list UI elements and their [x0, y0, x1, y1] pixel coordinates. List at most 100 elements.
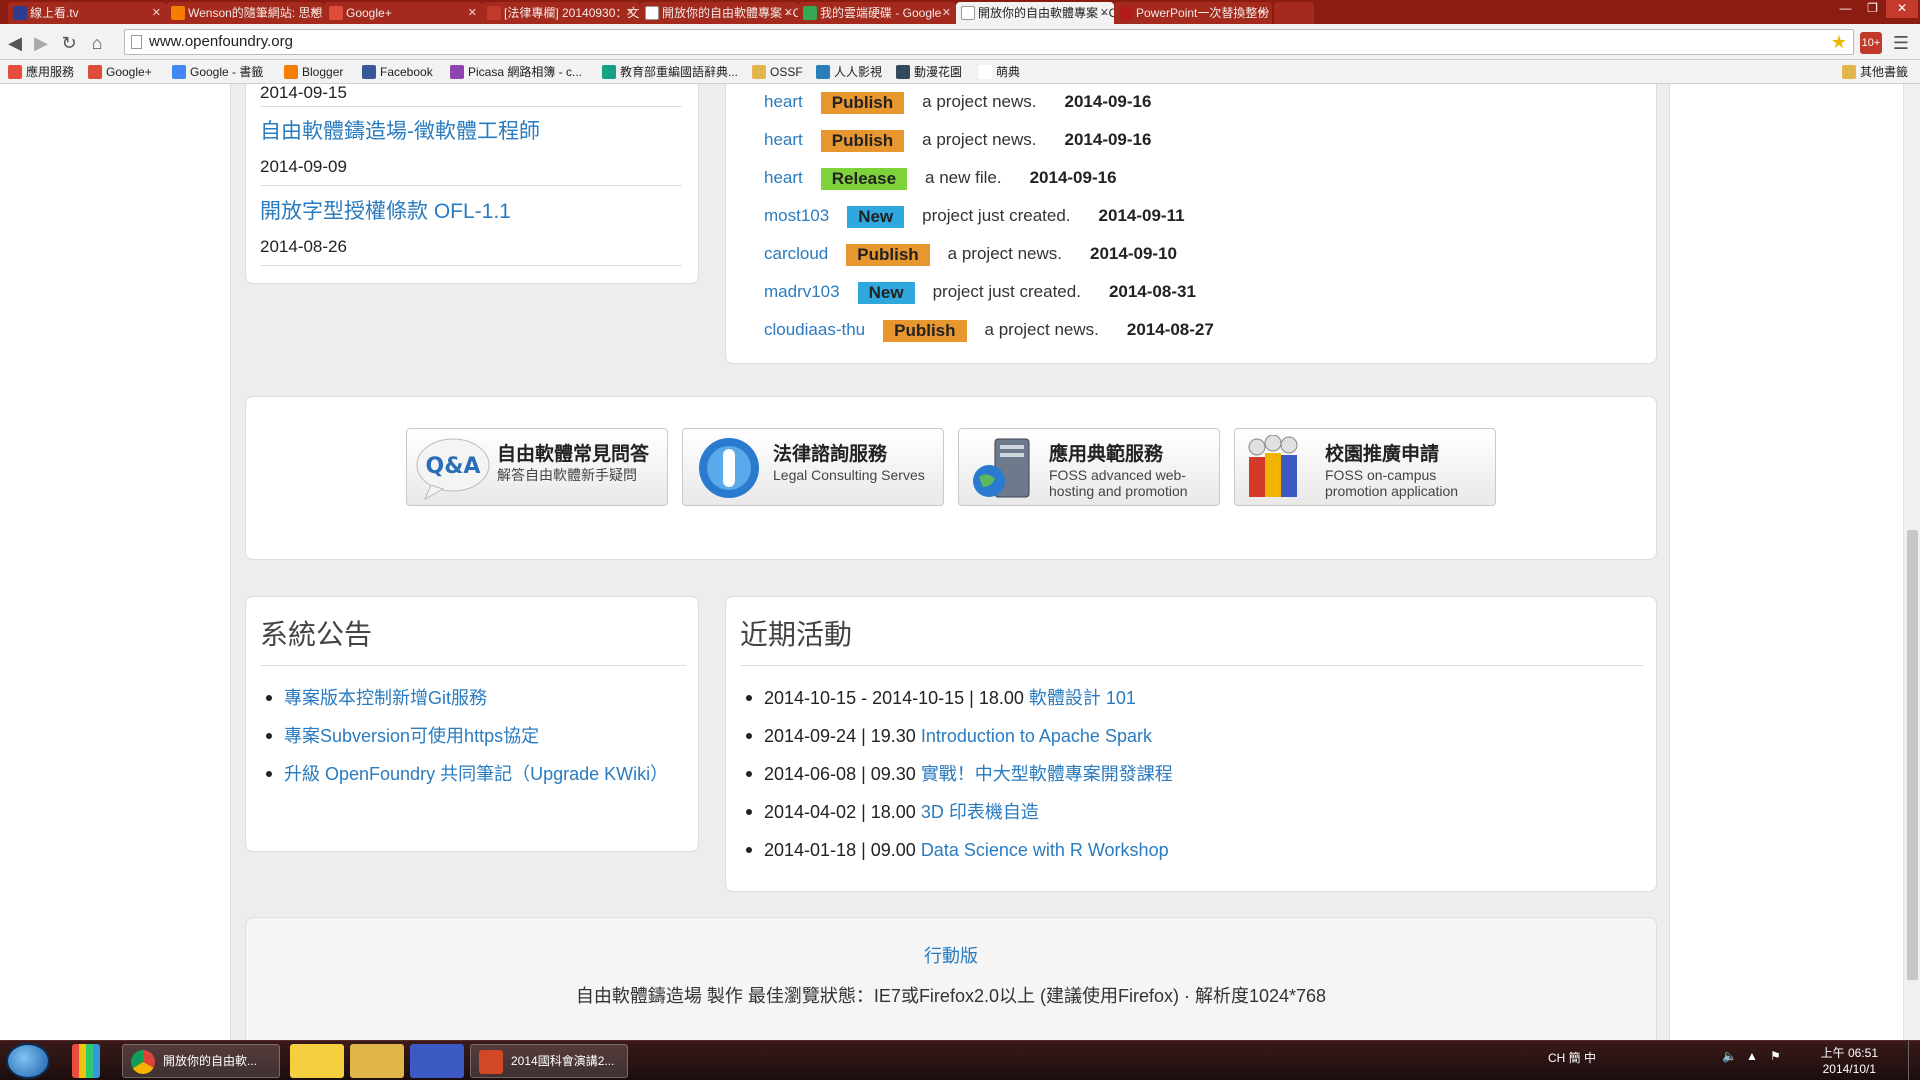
flag-icon[interactable]: ⚑: [1770, 1049, 1781, 1063]
browser-tab[interactable]: Wenson的隨筆網站: 思想 ✕: [166, 2, 324, 24]
web-page: 2014-09-15 自由軟體鑄造場-徵軟體工程師 2014-09-09 開放字…: [0, 84, 1920, 1040]
bookmark-item[interactable]: 動漫花園: [896, 64, 962, 80]
project-link[interactable]: heart: [764, 92, 803, 111]
news-date: 2014-09-09: [260, 157, 682, 186]
taskbar-window-powerpoint[interactable]: 2014國科會演講2...: [470, 1044, 628, 1078]
activity-row: heart Publish a project news. 2014-09-16: [764, 89, 1151, 115]
marker-icon[interactable]: [290, 1044, 344, 1078]
list-item: 專案Subversion可使用https協定: [260, 717, 660, 755]
close-window-button[interactable]: ✕: [1886, 0, 1918, 18]
bookmark-item[interactable]: Google - 書籤: [172, 64, 263, 80]
news-panel: 2014-09-15 自由軟體鑄造場-徵軟體工程師 2014-09-09 開放字…: [245, 84, 699, 284]
project-link[interactable]: cloudiaas-thu: [764, 320, 865, 339]
minimize-button[interactable]: —: [1832, 0, 1859, 18]
svg-text:Q&A: Q&A: [426, 454, 481, 479]
system-clock[interactable]: 上午 06:51 2014/10/1: [1821, 1045, 1878, 1077]
project-link[interactable]: heart: [764, 168, 803, 187]
browser-tab[interactable]: 開放你的自由軟體專案 - C ✕: [640, 2, 798, 24]
service-title: 校園推廣申請: [1325, 444, 1440, 465]
bookmark-star-icon[interactable]: ★: [1831, 30, 1847, 54]
browser-tab-active[interactable]: 開放你的自由軟體專案 - C ✕: [956, 2, 1114, 24]
google-plus-icon: [88, 65, 102, 79]
activity-text: project just created.: [922, 206, 1071, 225]
event-link[interactable]: Introduction to Apache Spark: [921, 726, 1152, 746]
home-icon[interactable]: ⌂: [86, 32, 108, 54]
project-link[interactable]: carcloud: [764, 244, 828, 263]
bookmark-item[interactable]: Google+: [88, 64, 152, 80]
bookmark-item[interactable]: 人人影視: [816, 64, 882, 80]
network-icon[interactable]: ▲: [1746, 1049, 1758, 1063]
bookmark-item[interactable]: Blogger: [284, 64, 343, 80]
browser-tab[interactable]: 我的雲端硬碟 - Google ✕: [798, 2, 956, 24]
event-link[interactable]: 實戰！中大型軟體專案開發課程: [921, 764, 1173, 784]
close-tab-icon[interactable]: ✕: [942, 2, 951, 24]
file-explorer-icon[interactable]: [350, 1044, 404, 1078]
campus-service-button[interactable]: 校園推廣申請 FOSS on-campus promotion applicat…: [1234, 428, 1496, 506]
reload-icon[interactable]: ↻: [58, 32, 80, 54]
announcement-link[interactable]: 升級 OpenFoundry 共同筆記（Upgrade KWiki）: [284, 764, 668, 784]
activity-text: a project news.: [922, 130, 1037, 149]
bookmark-item[interactable]: 萌典: [978, 64, 1020, 80]
url-text: www.openfoundry.org: [149, 33, 293, 50]
scrollbar-thumb[interactable]: [1907, 530, 1918, 980]
services-panel: Q&A 自由軟體常見問答 解答自由軟體新手疑問 法律諮詢服務 Legal Con…: [245, 396, 1657, 560]
activity-row: heart Release a new file. 2014-09-16: [764, 165, 1117, 191]
maximize-button[interactable]: ❐: [1859, 0, 1886, 18]
close-tab-icon[interactable]: ✕: [626, 2, 635, 24]
event-link[interactable]: 軟體設計 101: [1029, 688, 1136, 708]
project-link[interactable]: heart: [764, 130, 803, 149]
menu-icon[interactable]: ☰: [1890, 32, 1912, 54]
back-icon[interactable]: ◀: [4, 32, 26, 54]
forward-icon[interactable]: ▶: [30, 32, 52, 54]
volume-icon[interactable]: 🔈: [1722, 1049, 1737, 1063]
close-tab-icon[interactable]: ✕: [310, 2, 319, 24]
taskbar-window-chrome[interactable]: 開放你的自由軟...: [122, 1044, 280, 1078]
announcement-link[interactable]: 專案Subversion可使用https協定: [284, 726, 539, 746]
other-bookmarks[interactable]: 其他書籤: [1842, 64, 1908, 80]
show-desktop-button[interactable]: [1908, 1041, 1920, 1080]
scrollbar[interactable]: [1903, 84, 1920, 1040]
activity-badge: Release: [820, 167, 908, 190]
close-tab-icon[interactable]: ✕: [784, 2, 793, 24]
announcement-link[interactable]: 專案版本控制新增Git服務: [284, 688, 487, 708]
event-link[interactable]: Data Science with R Workshop: [921, 840, 1169, 860]
section-title: 系統公告: [260, 619, 373, 650]
input-method-indicator[interactable]: CH 簡 中: [1548, 1049, 1596, 1066]
close-tab-icon[interactable]: ✕: [1258, 2, 1267, 24]
player-icon[interactable]: [410, 1044, 464, 1078]
apps-grid-icon[interactable]: [72, 1044, 100, 1078]
browser-tab[interactable]: 線上看.tv ✕: [8, 2, 166, 24]
activity-row: heart Publish a project news. 2014-09-16: [764, 127, 1151, 153]
legal-service-button[interactable]: 法律諮詢服務 Legal Consulting Serves: [682, 428, 944, 506]
project-link[interactable]: most103: [764, 206, 829, 225]
bookmark-item[interactable]: OSSF: [752, 64, 803, 80]
event-link[interactable]: 3D 印表機自造: [921, 802, 1039, 822]
page-favicon-icon: [961, 6, 975, 20]
extension-icon[interactable]: 10+: [1860, 32, 1882, 54]
news-title-link[interactable]: 自由軟體鑄造場-徵軟體工程師: [260, 115, 682, 145]
browser-tab[interactable]: Google+ ✕: [324, 2, 482, 24]
new-tab-button[interactable]: [1274, 2, 1314, 24]
list-item: 升級 OpenFoundry 共同筆記（Upgrade KWiki）: [260, 755, 668, 793]
bookmark-item[interactable]: Picasa 網路相簿 - c...: [450, 64, 582, 80]
news-title-link[interactable]: 開放字型授權條款 OFL-1.1: [260, 195, 682, 225]
bookmark-item[interactable]: 應用服務: [8, 64, 74, 80]
bookmark-item[interactable]: Facebook: [362, 64, 433, 80]
close-tab-icon[interactable]: ✕: [152, 2, 161, 24]
service-subtitle: 解答自由軟體新手疑問: [497, 467, 637, 483]
mobile-version-link[interactable]: 行動版: [246, 942, 1656, 968]
faq-service-button[interactable]: Q&A 自由軟體常見問答 解答自由軟體新手疑問: [406, 428, 668, 506]
qa-icon: Q&A: [416, 438, 490, 501]
dictionary-icon: [602, 65, 616, 79]
google-plus-favicon-icon: [329, 6, 343, 20]
hosting-service-button[interactable]: 應用典範服務 FOSS advanced web-hosting and pro…: [958, 428, 1220, 506]
project-link[interactable]: madrv103: [764, 282, 840, 301]
close-tab-icon[interactable]: ✕: [468, 2, 477, 24]
start-button[interactable]: [6, 1043, 50, 1079]
service-title: 應用典範服務: [1049, 444, 1164, 465]
bookmark-item[interactable]: 教育部重編國語辭典...: [602, 64, 738, 80]
browser-tab[interactable]: [法律專欄] 20140930：文 ✕: [482, 2, 640, 24]
close-tab-icon[interactable]: ✕: [1100, 2, 1109, 24]
browser-tab[interactable]: PowerPoint一次替換整份 ✕: [1114, 2, 1272, 24]
address-bar[interactable]: www.openfoundry.org ★: [124, 29, 1854, 55]
